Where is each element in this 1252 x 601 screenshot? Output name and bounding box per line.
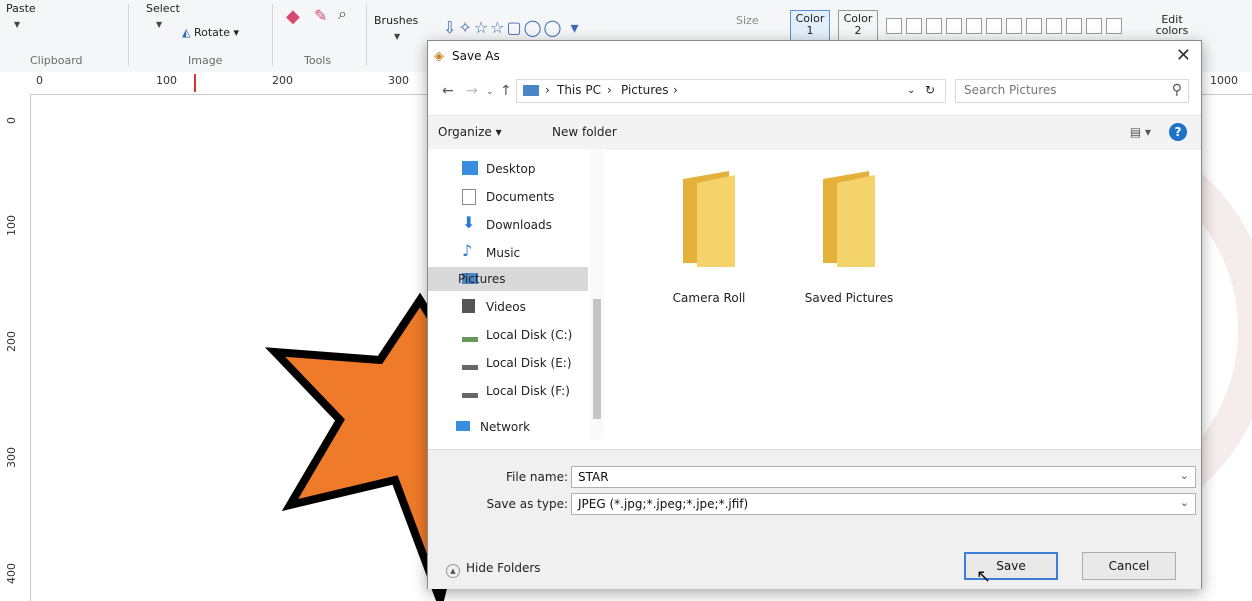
dialog-toolbar: Organize ▾ New folder ▤ ▾ ? <box>428 115 1201 150</box>
folder-icon <box>823 171 875 267</box>
nav-item-label: Documents <box>486 190 555 204</box>
chevron-down-icon[interactable]: ⌄ <box>1180 496 1189 509</box>
nav-item-pictures[interactable]: Pictures <box>428 267 588 291</box>
search-icon[interactable]: ⚲ <box>1172 82 1182 98</box>
file-name-label: File name: <box>506 470 568 484</box>
forward-button[interactable]: → <box>466 83 478 99</box>
pictures-location-icon <box>523 85 539 96</box>
nav-item-network[interactable]: Network <box>450 415 590 439</box>
disk-icon <box>462 387 478 398</box>
dialog-titlebar: ◈ Save As ✕ <box>428 41 1201 73</box>
nav-item-documents[interactable]: Documents <box>456 185 596 209</box>
nav-item-label: Music <box>486 246 521 260</box>
nav-item-label: Local Disk (C:) <box>486 328 573 342</box>
nav-item-local-disk-f[interactable]: Local Disk (F:) <box>456 379 596 403</box>
disk-icon <box>462 359 478 370</box>
nav-pane-scrollbar[interactable] <box>590 149 604 439</box>
navigation-pane: ^ Desktop Documents ⬇ Downloads ♪ Music … <box>428 149 606 449</box>
breadcrumb-this-pc[interactable]: This PC <box>557 83 601 97</box>
documents-icon <box>462 189 476 205</box>
breadcrumb-pictures[interactable]: Pictures <box>621 83 669 97</box>
nav-item-music[interactable]: ♪ Music <box>456 241 596 265</box>
address-dropdown-icon[interactable]: ⌄ <box>907 85 915 96</box>
nav-item-desktop[interactable]: Desktop <box>456 157 596 181</box>
breadcrumb-separator: › <box>673 83 678 97</box>
videos-icon <box>462 299 475 313</box>
folder-saved-pictures[interactable]: Saved Pictures <box>794 171 904 305</box>
folder-label: Camera Roll <box>672 291 746 305</box>
close-button[interactable]: ✕ <box>1176 45 1191 66</box>
scrollbar-thumb[interactable] <box>593 299 601 419</box>
hide-folders-label: Hide Folders <box>466 561 541 575</box>
network-icon <box>456 421 470 431</box>
chevron-down-icon[interactable]: ⌄ <box>1180 469 1189 482</box>
folder-label: Saved Pictures <box>804 291 894 305</box>
address-bar[interactable]: › This PC › Pictures › ⌄ ↻ <box>516 79 946 103</box>
breadcrumb-separator: › <box>607 83 612 97</box>
breadcrumb-separator: › <box>545 83 550 97</box>
file-name-input[interactable]: STAR ⌄ <box>571 466 1196 488</box>
save-as-type-value: JPEG (*.jpg;*.jpeg;*.jpe;*.jfif) <box>578 497 749 511</box>
up-button[interactable]: ↑ <box>500 83 512 99</box>
navigation-bar: ← → ⌄ ↑ › This PC › Pictures › ⌄ ↻ Searc… <box>428 75 1201 109</box>
search-input[interactable]: Search Pictures ⚲ <box>955 79 1189 103</box>
music-icon: ♪ <box>462 241 473 260</box>
save-as-dialog: ◈ Save As ✕ ← → ⌄ ↑ › This PC › Pictures… <box>427 40 1202 589</box>
system-disk-icon <box>462 331 478 342</box>
nav-item-label: Pictures <box>458 272 506 286</box>
nav-item-videos[interactable]: Videos <box>456 295 596 319</box>
file-list: Camera Roll Saved Pictures <box>608 149 1198 449</box>
mouse-cursor-icon: ↖ <box>976 566 992 587</box>
new-folder-button[interactable]: New folder <box>552 125 617 139</box>
view-options-icon[interactable]: ▤ ▾ <box>1130 125 1151 139</box>
nav-item-label: Desktop <box>486 162 536 176</box>
downloads-icon: ⬇ <box>462 213 476 232</box>
nav-item-label: Local Disk (F:) <box>486 384 570 398</box>
folder-icon <box>683 171 735 267</box>
refresh-icon[interactable]: ↻ <box>925 83 935 97</box>
nav-item-label: Network <box>480 420 531 434</box>
cancel-button[interactable]: Cancel <box>1082 552 1176 580</box>
save-as-type-select[interactable]: JPEG (*.jpg;*.jpeg;*.jpe;*.jfif) ⌄ <box>571 493 1196 515</box>
nav-item-label: Videos <box>486 300 526 314</box>
nav-item-label: Local Disk (E:) <box>486 356 572 370</box>
nav-item-label: Downloads <box>486 218 552 232</box>
desktop-icon <box>462 161 478 175</box>
organize-button[interactable]: Organize ▾ <box>438 125 502 139</box>
paint-app-icon: ◈ <box>434 49 444 64</box>
save-as-type-label: Save as type: <box>486 497 568 511</box>
chevron-up-icon: ▲ <box>446 564 460 578</box>
back-button[interactable]: ← <box>442 83 454 99</box>
help-icon[interactable]: ? <box>1169 123 1187 141</box>
nav-item-local-disk-c[interactable]: Local Disk (C:) <box>456 323 596 347</box>
save-options-panel: File name: STAR ⌄ Save as type: JPEG (*.… <box>428 449 1201 589</box>
nav-item-downloads[interactable]: ⬇ Downloads <box>456 213 596 237</box>
dialog-title: Save As <box>452 49 500 63</box>
folder-camera-roll[interactable]: Camera Roll <box>654 171 764 305</box>
hide-folders-toggle[interactable]: ▲ Hide Folders <box>446 561 541 578</box>
file-name-value: STAR <box>578 470 609 484</box>
recent-locations-icon[interactable]: ⌄ <box>486 87 494 97</box>
search-placeholder: Search Pictures <box>964 83 1057 97</box>
nav-item-local-disk-e[interactable]: Local Disk (E:) <box>456 351 596 375</box>
